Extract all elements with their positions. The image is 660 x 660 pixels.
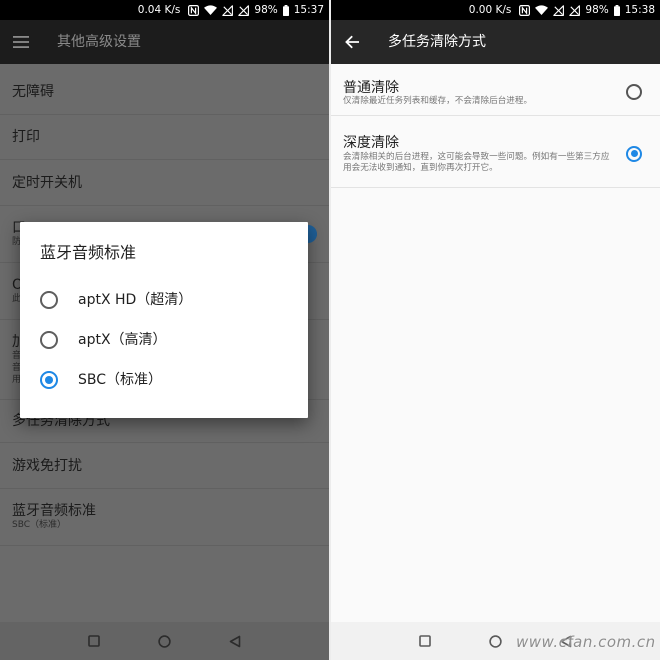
menu-icon[interactable] bbox=[0, 20, 42, 64]
page-title: 其他高级设置 bbox=[57, 34, 141, 50]
settings-item-title: 游戏免打扰 bbox=[12, 457, 82, 474]
settings-item-title: 蓝牙音频标准 bbox=[12, 502, 96, 519]
toolbar: 多任务清除方式 bbox=[331, 20, 660, 64]
option-description: 会清除相关的后台进程，这可能会导致一些问题。例如有一些第三方应用会无法收到通知，… bbox=[343, 152, 610, 173]
settings-item-subtitle: SBC（标准） bbox=[12, 519, 67, 530]
wifi-icon bbox=[535, 5, 549, 15]
wifi-icon bbox=[204, 5, 218, 15]
option-description: 仅清除最近任务列表和缓存，不会清除后台进程。 bbox=[343, 96, 533, 106]
screenshot-canvas: 0.04 K/s 98% 15:37 其他高级设置 无障碍 打印 定时开关机 口… bbox=[0, 0, 660, 660]
recents-square-icon[interactable] bbox=[79, 622, 109, 660]
option-label: aptX HD（超清） bbox=[78, 292, 193, 308]
page-title: 多任务清除方式 bbox=[388, 34, 486, 50]
no-signal-icon bbox=[553, 4, 565, 16]
dialog-title: 蓝牙音频标准 bbox=[40, 243, 137, 262]
status-bar: 0.04 K/s 98% 15:37 bbox=[0, 0, 329, 20]
home-circle-icon[interactable] bbox=[149, 622, 179, 660]
no-signal-icon bbox=[238, 4, 250, 16]
bluetooth-audio-codec-dialog: 蓝牙音频标准 aptX HD（超清） aptX（高清） SBC（标准） bbox=[20, 222, 308, 418]
no-signal-icon bbox=[569, 4, 581, 16]
navigation-bar bbox=[0, 622, 329, 660]
home-circle-icon[interactable] bbox=[480, 622, 510, 660]
left-phone-screen: 0.04 K/s 98% 15:37 其他高级设置 无障碍 打印 定时开关机 口… bbox=[0, 0, 329, 660]
settings-item-game-do-not-disturb[interactable]: 游戏免打扰 bbox=[0, 443, 329, 489]
no-signal-icon bbox=[222, 4, 234, 16]
option-normal-clear[interactable]: 普通清除 仅清除最近任务列表和缓存，不会清除后台进程。 bbox=[331, 64, 660, 116]
settings-item-accessibility[interactable]: 无障碍 bbox=[0, 70, 329, 115]
settings-item-bluetooth-audio-codec[interactable]: 蓝牙音频标准 SBC（标准） bbox=[0, 489, 329, 546]
status-bar: 0.00 K/s 98% 15:38 bbox=[331, 0, 660, 20]
option-deep-clear[interactable]: 深度清除 会清除相关的后台进程，这可能会导致一些问题。例如有一些第三方应用会无法… bbox=[331, 116, 660, 188]
settings-item-print[interactable]: 打印 bbox=[0, 115, 329, 160]
radio-button[interactable] bbox=[626, 145, 642, 162]
radio-button[interactable] bbox=[40, 291, 58, 309]
option-label: SBC（标准） bbox=[78, 372, 163, 388]
settings-item-title: 定时开关机 bbox=[12, 174, 82, 191]
radio-group: aptX HD（超清） aptX（高清） SBC（标准） bbox=[40, 280, 288, 400]
network-speed: 0.00 K/s bbox=[468, 4, 512, 16]
battery-percent: 98% bbox=[585, 4, 609, 16]
radio-button[interactable] bbox=[40, 371, 58, 389]
clock: 15:37 bbox=[293, 4, 324, 16]
battery-icon bbox=[613, 4, 620, 16]
site-watermark: www.cfan.com.cn bbox=[516, 633, 656, 651]
clearing-mode-list: 普通清除 仅清除最近任务列表和缓存，不会清除后台进程。 深度清除 会清除相关的后… bbox=[331, 64, 660, 188]
option-title: 深度清除 bbox=[343, 135, 399, 151]
clock: 15:38 bbox=[624, 4, 655, 16]
back-arrow-icon[interactable] bbox=[331, 20, 373, 64]
recents-square-icon[interactable] bbox=[410, 622, 440, 660]
battery-icon bbox=[282, 4, 289, 16]
right-phone-screen: 0.00 K/s 98% 15:38 多任务清除方式 普通清除 仅清除最近任务列… bbox=[331, 0, 660, 660]
option-aptx[interactable]: aptX（高清） bbox=[40, 320, 288, 360]
nfc-icon bbox=[188, 4, 200, 16]
battery-percent: 98% bbox=[254, 4, 278, 16]
back-triangle-icon[interactable] bbox=[220, 622, 250, 660]
option-title: 普通清除 bbox=[343, 80, 399, 96]
option-label: aptX（高清） bbox=[78, 332, 167, 348]
network-speed: 0.04 K/s bbox=[137, 4, 181, 16]
toolbar: 其他高级设置 bbox=[0, 20, 329, 64]
option-sbc[interactable]: SBC（标准） bbox=[40, 360, 288, 400]
settings-item-title: 无障碍 bbox=[12, 84, 54, 100]
option-aptx-hd[interactable]: aptX HD（超清） bbox=[40, 280, 288, 320]
nfc-icon bbox=[519, 4, 531, 16]
radio-button[interactable] bbox=[40, 331, 58, 349]
settings-item-scheduled-power[interactable]: 定时开关机 bbox=[0, 160, 329, 206]
settings-item-title: 打印 bbox=[12, 129, 40, 145]
radio-button[interactable] bbox=[626, 83, 642, 100]
